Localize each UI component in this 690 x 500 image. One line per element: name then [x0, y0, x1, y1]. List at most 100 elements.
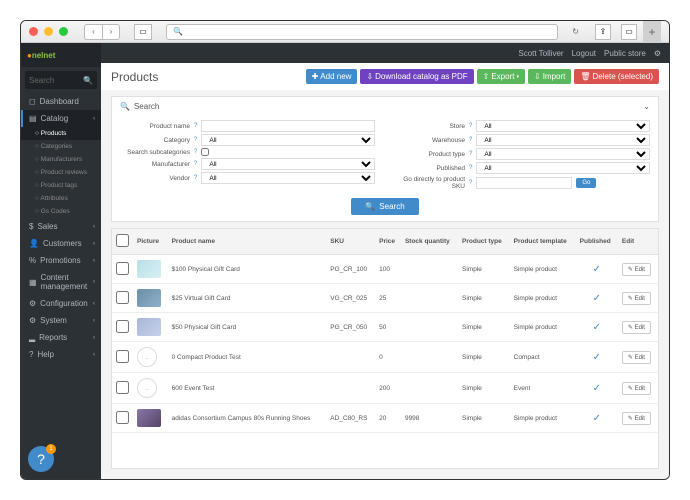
sidebar-item-content-management[interactable]: ▦Content management‹: [21, 269, 101, 295]
warehouse-select[interactable]: All: [476, 134, 650, 146]
cell-template: Simple product: [510, 255, 576, 284]
sidebar-sub-manufacturers[interactable]: ○ Manufacturers: [21, 153, 101, 166]
product-thumbnail: —: [137, 347, 157, 367]
sidebar-icon: ▤: [29, 114, 37, 123]
cell-sku: PG_CR_050: [326, 313, 375, 342]
row-checkbox[interactable]: [116, 381, 129, 394]
browser-window: ‹ › ▭ 🔍 ↻ ⇪ ▭ + ●nelnet Search 🔍 ◻Dashbo…: [20, 20, 670, 480]
sidebar-search[interactable]: Search 🔍: [25, 71, 97, 89]
search-panel-header[interactable]: 🔍 Search ⌄: [112, 97, 658, 116]
sidebar-sub-attributes[interactable]: ○ Attributes: [21, 192, 101, 205]
sidebar-icon: ⚙: [29, 316, 36, 325]
sidebar-item-catalog[interactable]: ▤Catalog‹: [21, 110, 101, 127]
sidebar-item-sales[interactable]: $Sales‹: [21, 218, 101, 235]
row-checkbox[interactable]: [116, 320, 129, 333]
edit-button[interactable]: ✎ Edit: [622, 351, 651, 364]
search-icon: 🔍: [365, 202, 375, 211]
vendor-select[interactable]: All: [201, 172, 375, 184]
minimize-window-icon[interactable]: [44, 27, 53, 36]
add-new-button[interactable]: ✚Add new: [306, 69, 358, 84]
sidebar-icon: ▦: [29, 278, 37, 287]
sidebar-toggle-icon[interactable]: ▭: [134, 24, 152, 40]
published-select[interactable]: All: [476, 162, 650, 174]
cell-price: 25: [375, 284, 401, 313]
sidebar-item-help[interactable]: ?Help‹: [21, 346, 101, 363]
category-select[interactable]: All: [201, 134, 375, 146]
tabs-icon[interactable]: ▭: [621, 24, 637, 40]
edit-button[interactable]: ✎ Edit: [622, 292, 651, 305]
help-fab[interactable]: ? 1: [28, 446, 54, 472]
product-type-select[interactable]: All: [476, 148, 650, 160]
cell-stock: [401, 313, 458, 342]
maximize-window-icon[interactable]: [59, 27, 68, 36]
search-icon: 🔍: [120, 102, 130, 111]
manufacturer-select[interactable]: All: [201, 158, 375, 170]
delete-selected-button[interactable]: 🗑Delete (selected): [574, 69, 659, 84]
sidebar-item-configuration[interactable]: ⚙Configuration‹: [21, 295, 101, 312]
select-all-checkbox[interactable]: [116, 234, 129, 247]
edit-button[interactable]: ✎ Edit: [622, 321, 651, 334]
cell-name: 0 Compact Product Test: [168, 342, 327, 373]
edit-button[interactable]: ✎ Edit: [622, 263, 651, 276]
url-bar[interactable]: 🔍: [166, 24, 558, 40]
row-checkbox[interactable]: [116, 350, 129, 363]
product-name-input[interactable]: [201, 120, 375, 132]
table-row: —600 Event Test200SimpleEvent✓✎ Edit: [112, 373, 658, 404]
sidebar-item-system[interactable]: ⚙System‹: [21, 312, 101, 329]
cell-template: Simple product: [510, 313, 576, 342]
refresh-icon[interactable]: ↻: [572, 27, 579, 36]
table-row: adidas Consortium Campus 80s Running Sho…: [112, 404, 658, 433]
sidebar-sub-categories[interactable]: ○ Categories: [21, 140, 101, 153]
cell-stock: [401, 342, 458, 373]
cell-ptype: Simple: [458, 342, 510, 373]
sku-input[interactable]: [476, 177, 572, 189]
export-button[interactable]: ⇧Export▾: [477, 69, 525, 84]
cell-price: 50: [375, 313, 401, 342]
back-button[interactable]: ‹: [84, 24, 102, 40]
close-window-icon[interactable]: [29, 27, 38, 36]
cell-stock: [401, 373, 458, 404]
row-checkbox[interactable]: [116, 291, 129, 304]
logout-link[interactable]: Logout: [572, 49, 596, 58]
sidebar-icon: ◻: [29, 97, 36, 106]
row-checkbox[interactable]: [116, 411, 129, 424]
sidebar-item-dashboard[interactable]: ◻Dashboard: [21, 93, 101, 110]
cell-template: Simple product: [510, 404, 576, 433]
share-icon[interactable]: ⇪: [595, 24, 611, 40]
search-icon: 🔍: [173, 27, 183, 36]
product-thumbnail: [137, 289, 161, 307]
product-thumbnail: [137, 260, 161, 278]
go-button[interactable]: Go: [576, 178, 596, 188]
sidebar-item-customers[interactable]: 👤Customers‹: [21, 235, 101, 252]
help-badge: 1: [46, 444, 56, 454]
public-store-link[interactable]: Public store: [604, 49, 646, 58]
cell-template: Simple product: [510, 284, 576, 313]
table-row: $100 Physical Gift CardPG_CR_100100Simpl…: [112, 255, 658, 284]
products-table: Picture Product name SKU Price Stock qua…: [112, 229, 658, 433]
sidebar-sub-gs-codes[interactable]: ○ Gs Codes: [21, 205, 101, 218]
store-select[interactable]: All: [476, 120, 650, 132]
sidebar-sub-products[interactable]: ○ Products: [21, 127, 101, 140]
sidebar-sub-product-tags[interactable]: ○ Product tags: [21, 179, 101, 192]
sidebar-icon: $: [29, 222, 33, 231]
subcategories-checkbox[interactable]: [201, 148, 209, 156]
new-tab-button[interactable]: +: [643, 21, 661, 43]
search-button[interactable]: 🔍Search: [351, 198, 418, 215]
edit-button[interactable]: ✎ Edit: [622, 382, 651, 395]
forward-button[interactable]: ›: [102, 24, 120, 40]
cell-price: 100: [375, 255, 401, 284]
sidebar-item-reports[interactable]: ▂Reports‹: [21, 329, 101, 346]
sidebar-icon: %: [29, 256, 36, 265]
row-checkbox[interactable]: [116, 262, 129, 275]
cell-name: 600 Event Test: [168, 373, 327, 404]
download-pdf-button[interactable]: ⇩Download catalog as PDF: [360, 69, 473, 84]
sidebar-sub-product-reviews[interactable]: ○ Product reviews: [21, 166, 101, 179]
cell-name: $100 Physical Gift Card: [168, 255, 327, 284]
edit-button[interactable]: ✎ Edit: [622, 412, 651, 425]
sidebar-icon: ▂: [29, 333, 35, 342]
sidebar-item-promotions[interactable]: %Promotions‹: [21, 252, 101, 269]
sidebar-icon: 👤: [29, 239, 39, 248]
topbar: Scott Tolliver Logout Public store ⚙: [101, 43, 669, 63]
import-button[interactable]: ⇩Import: [528, 69, 571, 84]
settings-icon[interactable]: ⚙: [654, 49, 661, 58]
